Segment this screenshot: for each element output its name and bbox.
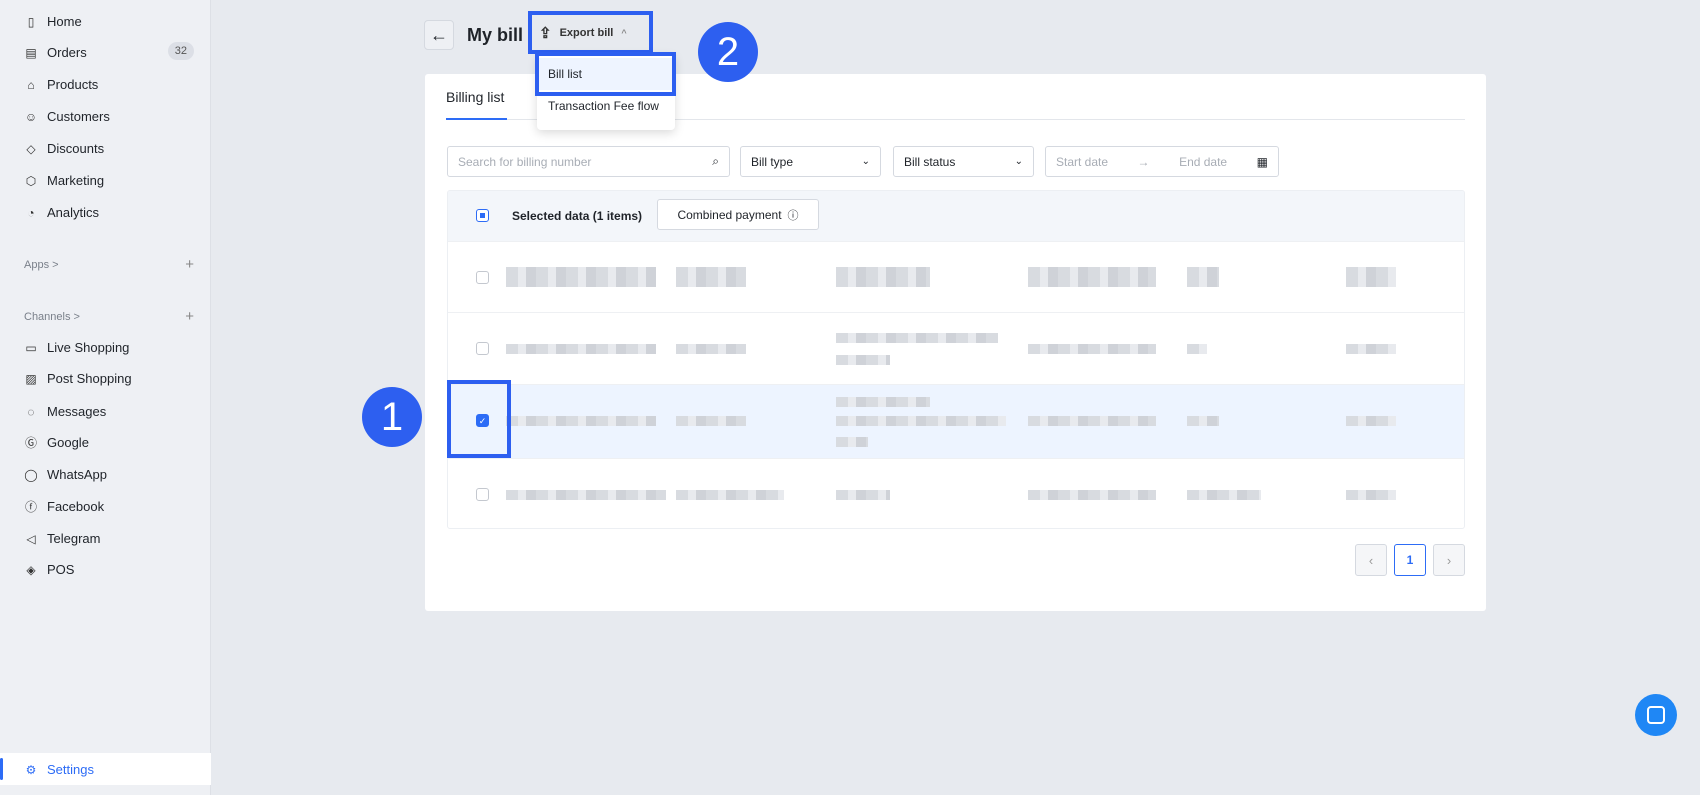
- chat-support-button[interactable]: [1635, 694, 1677, 736]
- billing-table: Selected data (1 items) Combined payment…: [447, 190, 1465, 529]
- channels-section[interactable]: Channels > +: [24, 308, 194, 325]
- bill-status-select[interactable]: Bill status ⌄: [893, 146, 1034, 177]
- sidebar-item-whatsapp[interactable]: ◯ WhatsApp: [24, 467, 194, 482]
- select-all-checkbox[interactable]: [476, 209, 489, 222]
- image-icon: ▨: [25, 371, 37, 386]
- messages-icon: ◌: [27, 404, 35, 419]
- highlight-box-export: [528, 11, 653, 54]
- gear-icon: ⚙: [25, 762, 37, 777]
- video-icon: ▭: [25, 340, 37, 355]
- analytics-icon: ◔: [27, 205, 35, 220]
- sidebar-item-marketing[interactable]: ⬡ Marketing: [24, 173, 194, 188]
- table-row[interactable]: [448, 241, 1464, 312]
- chevron-down-icon: ⌄: [861, 156, 870, 167]
- products-icon: ⌂: [27, 77, 35, 92]
- sidebar-item-google[interactable]: Ⓖ Google: [24, 435, 194, 450]
- sidebar-item-post-shopping[interactable]: ▨ Post Shopping: [24, 371, 194, 386]
- sidebar: ▯ Home ▤ Orders 32 ⌂ Products ☺ Customers ◇ Di…: [0, 0, 211, 795]
- page-title: My bill: [467, 25, 524, 45]
- prev-page-button[interactable]: ‹: [1355, 544, 1387, 576]
- highlight-box-bill-list: [535, 52, 676, 96]
- row-checkbox[interactable]: [476, 488, 489, 501]
- next-page-button[interactable]: ›: [1433, 544, 1465, 576]
- add-channel-icon[interactable]: +: [185, 308, 194, 325]
- step-badge-2: 2: [698, 22, 758, 82]
- sidebar-item-discounts[interactable]: ◇ Discounts: [24, 141, 194, 156]
- discounts-icon: ◇: [26, 141, 36, 156]
- date-range-picker[interactable]: Start date → End date ▦: [1045, 146, 1279, 177]
- sidebar-item-products[interactable]: ⌂ Products: [24, 77, 194, 92]
- active-tab-indicator: [446, 118, 507, 120]
- chat-icon: [1647, 706, 1665, 724]
- add-app-icon[interactable]: +: [185, 256, 194, 273]
- sidebar-item-analytics[interactable]: ◔ Analytics: [24, 205, 194, 220]
- sidebar-item-customers[interactable]: ☺ Customers: [24, 109, 194, 124]
- marketing-icon: ⬡: [25, 173, 37, 188]
- row-checkbox[interactable]: [476, 342, 489, 355]
- sidebar-item-orders[interactable]: ▤ Orders 32: [24, 42, 194, 60]
- home-icon: ▯: [27, 14, 35, 29]
- sidebar-item-settings[interactable]: ⚙ Settings: [24, 762, 194, 777]
- sidebar-item-telegram[interactable]: ◁ Telegram: [24, 531, 194, 546]
- chevron-down-icon: ⌄: [1014, 156, 1023, 167]
- combined-payment-button[interactable]: Combined payment ⓘ: [657, 199, 819, 230]
- bill-type-select[interactable]: Bill type ⌄: [740, 146, 881, 177]
- tab-billing-list[interactable]: Billing list: [446, 89, 504, 105]
- whatsapp-icon: ◯: [24, 467, 38, 482]
- help-icon: ⓘ: [787, 209, 799, 222]
- sidebar-item-home[interactable]: ▯ Home: [24, 14, 194, 29]
- chevron-left-icon: ‹: [1368, 552, 1374, 568]
- row-checkbox[interactable]: [476, 271, 489, 284]
- arrow-right-icon: →: [1137, 154, 1150, 169]
- table-row[interactable]: [448, 312, 1464, 384]
- sidebar-item-messages[interactable]: ◌ Messages: [24, 404, 194, 419]
- search-icon: ⌕: [712, 154, 719, 168]
- facebook-icon: ⓕ: [24, 500, 37, 514]
- page-1-button[interactable]: 1: [1394, 544, 1426, 576]
- sidebar-item-pos[interactable]: ◈ POS: [24, 562, 194, 577]
- telegram-icon: ◁: [26, 531, 36, 546]
- highlight-box-checkbox: [447, 380, 511, 458]
- customers-icon: ☺: [24, 109, 38, 124]
- selected-count: Selected data (1 items): [512, 209, 643, 223]
- chevron-right-icon: ›: [1446, 552, 1452, 568]
- arrow-left-icon: ←: [430, 24, 448, 45]
- sidebar-item-live-shopping[interactable]: ▭ Live Shopping: [24, 340, 194, 355]
- sidebar-item-facebook[interactable]: ⓕ Facebook: [24, 499, 194, 514]
- orders-count-badge: 32: [167, 42, 194, 60]
- step-badge-1: 1: [362, 387, 422, 447]
- back-button[interactable]: ←: [424, 20, 454, 50]
- table-header: Selected data (1 items) Combined payment…: [448, 191, 1464, 241]
- calendar-icon: ▦: [1256, 154, 1268, 169]
- active-indicator: [0, 758, 3, 780]
- search-input[interactable]: Search for billing number ⌕: [447, 146, 730, 177]
- apps-section[interactable]: Apps > +: [24, 256, 194, 273]
- table-row-selected[interactable]: ✓: [448, 384, 1464, 458]
- pos-icon: ◈: [26, 562, 36, 577]
- google-icon: Ⓖ: [24, 436, 37, 450]
- orders-icon: ▤: [25, 45, 37, 60]
- table-row[interactable]: [448, 458, 1464, 528]
